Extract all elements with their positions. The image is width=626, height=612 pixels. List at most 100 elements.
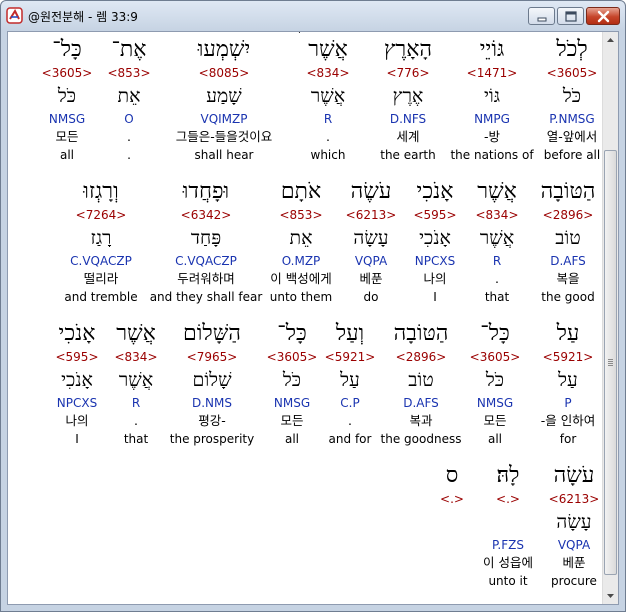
strongs-number[interactable]: <3605> xyxy=(264,349,320,365)
hebrew-word: אֲשֶׁר xyxy=(308,37,348,62)
hebrew-word: אָנֹכִי xyxy=(58,321,96,346)
strongs-number[interactable]: <595> xyxy=(404,207,466,223)
vertical-scrollbar[interactable] xyxy=(602,32,618,604)
hebrew-word: עֹשָׂה xyxy=(553,463,595,488)
word-cell[interactable]: הַטּוֹבָה <2896> טוֹב D.AFS 복과 the goodness xyxy=(378,320,464,448)
strongs-number[interactable]: <6213> xyxy=(342,207,400,223)
english-gloss: and they shall fear xyxy=(149,290,263,304)
word-cell[interactable]: הָאָרֶץ <776> אֶרֶץ D.NFS 세계 the earth xyxy=(368,36,448,164)
word-cell[interactable]: הַשָּׁלוֹם <7965> שָׁלוֹם D.NMS 평강-the prosp… xyxy=(166,320,258,448)
lemma: אֲשֶׁר xyxy=(479,227,515,249)
korean-gloss: 복과 xyxy=(409,413,433,428)
strongs-number[interactable]: <3605> xyxy=(34,65,100,81)
korean-gloss: 두려워하며 xyxy=(177,271,235,286)
korean-gloss: 떨리라 xyxy=(83,271,119,286)
hebrew-word: לְכֹל xyxy=(556,37,588,62)
hebrew-word: אֹתָם xyxy=(280,179,322,204)
strongs-number[interactable]: <3605> xyxy=(536,65,602,81)
english-gloss: and tremble xyxy=(64,290,138,304)
strongs-number[interactable]: <2896> xyxy=(528,207,602,223)
morphology-code: NPCXS xyxy=(56,396,98,410)
lemma: כֹּל xyxy=(485,369,505,391)
strongs-number[interactable]: <834> xyxy=(110,349,162,365)
scroll-up-button[interactable] xyxy=(603,32,618,48)
strongs-number[interactable]: <6342> xyxy=(154,207,258,223)
hebrew-word: אֲשֶׁר xyxy=(116,321,156,346)
morphology-code: VQPA xyxy=(557,538,591,552)
word-cell[interactable]: לָהּ׃ <.> P.FZS 이 성읍에 unto it xyxy=(478,462,538,590)
word-cell[interactable]: אָנֹכִי <595> אָנֹכִי NPCXS 나의 I xyxy=(48,320,106,448)
strongs-number[interactable]: <2896> xyxy=(378,349,464,365)
lemma: כֹּל xyxy=(282,369,302,391)
korean-gloss: 나의 xyxy=(65,413,89,428)
word-cell[interactable]: כָּל־ <3605> כֹּל NMSG 모든 all xyxy=(34,36,100,164)
hebrew-word: אָנֹכִי xyxy=(416,179,454,204)
scrollbar-thumb[interactable] xyxy=(604,150,617,575)
word-cell[interactable]: וְרָגְזוּ <7264> רָגַז C.VQACZP 떨리라 and tremb… xyxy=(56,178,146,306)
word-cell[interactable]: כָּל־ <3605> כֹּל NMSG 모든 all xyxy=(264,320,320,448)
strongs-number[interactable]: <1471> xyxy=(454,65,530,81)
word-cell[interactable]: אֹתָם <853> אֵת O.MZP 이 백성에게 unto them xyxy=(262,178,340,306)
app-window: @원전분해 - 렘 33:9 . , . לְכֹל<3605>כֹּלP.NM… xyxy=(0,0,626,612)
word-cell[interactable]: ס <.> xyxy=(422,462,482,590)
lemma: אֵת xyxy=(289,227,313,249)
korean-gloss: . xyxy=(134,413,138,428)
word-cell[interactable]: כָּל־ <3605> כֹּל NMSG 모든 all xyxy=(466,320,524,448)
hebrew-word: וּפָחֲדוּ xyxy=(182,179,230,204)
minimize-button[interactable] xyxy=(528,7,555,25)
word-cell[interactable]: אֲשֶׁר <834> אֲשֶׁר R. which xyxy=(296,36,360,164)
korean-gloss: 베푼 xyxy=(359,271,383,286)
english-gloss: unto them xyxy=(269,290,333,304)
strongs-number[interactable]: <776> xyxy=(368,65,448,81)
strongs-number[interactable]: <853> xyxy=(104,65,154,81)
strongs-number[interactable]: <.> xyxy=(422,491,482,507)
interlinear-content[interactable]: . , . לְכֹל<3605>כֹּלP.NMSG열-앞에서before a… xyxy=(8,32,602,604)
strongs-number[interactable]: <8085> xyxy=(158,65,290,81)
word-cell[interactable]: הַטּוֹבָה <2896> טוֹב D.AFS 복을 the good xyxy=(528,178,602,306)
hebrew-word: וְעַל xyxy=(335,321,365,346)
english-gloss: the prosperity xyxy=(169,432,255,446)
word-cell[interactable]: אֶת־ <853> אֵת O.. xyxy=(104,36,154,164)
word-cell[interactable]: יִשְׁמְעוּ <8085> שָׁמַע VQIMZP 그들은-들을것이요 sha… xyxy=(158,36,290,164)
strongs-number[interactable]: <853> xyxy=(262,207,340,223)
word-cell[interactable]: וּפָחֲדוּ <6342> פָּחַד C.VQACZP 두려워하며 and th… xyxy=(150,178,263,306)
korean-gloss: 모든 xyxy=(55,129,79,144)
lemma: שָׁמַע xyxy=(206,85,242,107)
word-cell[interactable]: אָנֹכִי <595> אָנֹכִי NPCXS 나의 I xyxy=(404,178,466,306)
strongs-number[interactable]: <3605> xyxy=(466,349,524,365)
lemma: עַל xyxy=(558,369,578,391)
word-cell[interactable]: עַל <5921> עַל P -을 인하여 for xyxy=(528,320,602,448)
word-cell[interactable]: אֲשֶׁר <834> אֲשֶׁר R. that xyxy=(468,178,526,306)
korean-gloss: . xyxy=(127,129,131,144)
korean-gloss: 베푼 xyxy=(562,555,586,570)
morphology-code: P.FZS xyxy=(492,538,524,552)
word-cell[interactable]: גּוֹיֵי <1471> גּוֹי NMPG -방 the nations of xyxy=(450,36,533,164)
morphology-code: NMSG xyxy=(476,396,514,410)
strongs-number[interactable]: <.> xyxy=(478,491,538,507)
close-button[interactable] xyxy=(586,7,620,25)
scroll-down-button[interactable] xyxy=(603,588,618,604)
hebrew-word: הַשָּׁלוֹם xyxy=(183,321,241,346)
word-cell[interactable]: עֹשָׂה <6213> עָשָׂה VQPA 베푼 procure xyxy=(540,462,602,590)
strongs-number[interactable]: <7965> xyxy=(166,349,258,365)
hebrew-word: לָהּ׃ xyxy=(496,463,520,488)
hebrew-word: אֲשֶׁר xyxy=(477,179,517,204)
morphology-code: C.VQACZP xyxy=(70,254,132,268)
strongs-number[interactable]: <5921> xyxy=(528,349,602,365)
strongs-number[interactable]: <7264> xyxy=(56,207,146,223)
maximize-button[interactable] xyxy=(557,7,584,25)
strongs-number[interactable]: <834> xyxy=(468,207,526,223)
strongs-number[interactable]: <595> xyxy=(48,349,106,365)
app-logo-icon[interactable] xyxy=(6,7,23,24)
close-icon xyxy=(597,10,610,23)
strongs-number[interactable]: <6213> xyxy=(540,491,602,507)
word-cell[interactable]: אֲשֶׁר <834> אֲשֶׁר R. that xyxy=(110,320,162,448)
title-bar[interactable]: @원전분해 - 렘 33:9 xyxy=(1,1,625,31)
korean-gloss: -방 xyxy=(483,129,500,144)
word-cell[interactable]: וְעַל <5921> עַל C.P. and for xyxy=(324,320,376,448)
strongs-number[interactable]: <834> xyxy=(296,65,360,81)
english-gloss: all xyxy=(59,148,75,162)
word-cell[interactable]: לְכֹל <3605> כֹּל P.NMSG 열-앞에서 before all xyxy=(536,36,602,164)
word-cell[interactable]: עֹשֶׂה <6213> עָשָׂה VQPA 베푼 do xyxy=(342,178,400,306)
strongs-number[interactable]: <5921> xyxy=(324,349,376,365)
